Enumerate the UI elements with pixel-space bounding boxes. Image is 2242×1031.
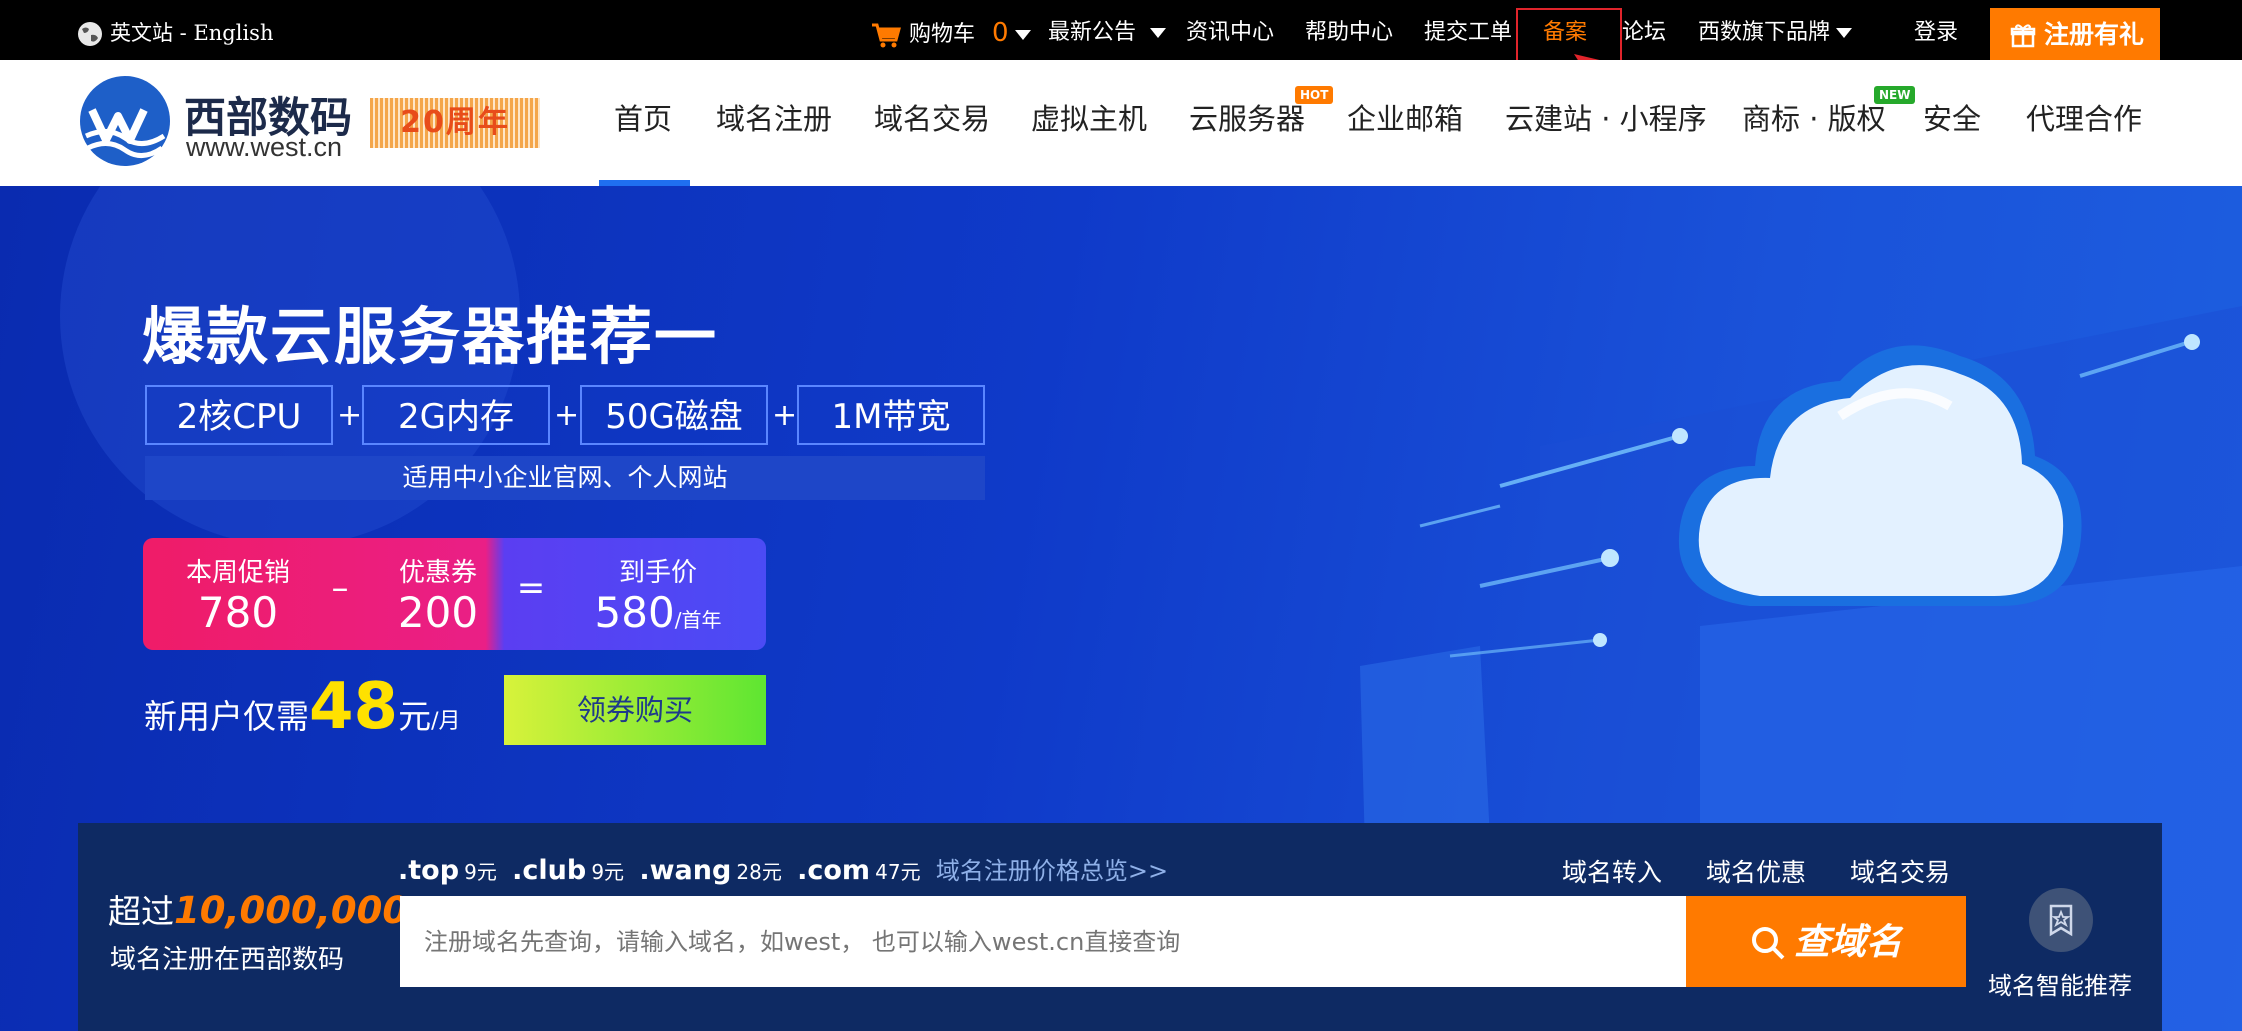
spec-disk: 50G磁盘 bbox=[580, 385, 768, 445]
equals-sign: = bbox=[516, 568, 546, 608]
final-value: 580 bbox=[594, 588, 675, 637]
search-domain-button[interactable]: 查域名 bbox=[1686, 896, 1966, 987]
nav-cloud-server[interactable]: 云服务器 bbox=[1189, 60, 1305, 186]
news-link[interactable]: 资讯中心 bbox=[1186, 0, 1274, 60]
tld-prices: .top 9元 .club 9元 .wang 28元 .com 47元 域名注册… bbox=[398, 851, 1168, 886]
new-badge: NEW bbox=[1874, 86, 1916, 104]
search-icon bbox=[1751, 926, 1785, 959]
final-label: 到手价 bbox=[618, 558, 697, 588]
domain-deals-link[interactable]: 域名优惠 bbox=[1706, 853, 1806, 889]
banner-title: 爆款云服务器推荐一 bbox=[142, 300, 719, 373]
logo[interactable] bbox=[78, 74, 178, 174]
new-user-unit: 元 bbox=[398, 697, 432, 736]
announcements-label: 最新公告 bbox=[1048, 20, 1137, 45]
smart-recommend-button[interactable] bbox=[2029, 888, 2093, 952]
star-badge-icon bbox=[2049, 904, 2073, 937]
globe-icon bbox=[78, 22, 102, 46]
price-equation: 本周促销 780 – 优惠券 200 = 到手价 580/首年 bbox=[143, 538, 766, 650]
plus-sign: + bbox=[554, 398, 580, 433]
tld-wang[interactable]: .wang 28元 bbox=[639, 855, 782, 886]
spec-cpu: 2核CPU bbox=[145, 385, 333, 445]
announcements-menu[interactable]: 最新公告 bbox=[1048, 0, 1167, 60]
final-price: 580/首年 bbox=[553, 588, 763, 637]
banner-subtitle: 适用中小企业官网、个人网站 bbox=[145, 456, 985, 500]
search-button-label: 查域名 bbox=[1793, 922, 1902, 963]
anniversary-badge: 20周年 bbox=[370, 98, 540, 148]
domain-search-panel: 超过10,000,000 域名注册在西部数码 .top 9元 .club 9元 … bbox=[78, 823, 2162, 1031]
ticket-link[interactable]: 提交工单 bbox=[1424, 0, 1512, 60]
nav-site-builder[interactable]: 云建站 · 小程序 bbox=[1505, 60, 1707, 186]
nav-virtual-host[interactable]: 虚拟主机 bbox=[1031, 60, 1147, 186]
cloud-icon bbox=[1678, 345, 2082, 606]
language-switch[interactable]: 英文站 - English bbox=[76, 0, 273, 60]
cart-icon bbox=[872, 23, 901, 48]
cart-count: 0 bbox=[992, 18, 1009, 48]
cart-label: 购物车 bbox=[909, 22, 976, 47]
help-link[interactable]: 帮助中心 bbox=[1305, 0, 1393, 60]
promo-label: 本周促销 bbox=[185, 558, 290, 588]
cart-link[interactable]: 购物车 0 bbox=[870, 0, 1031, 60]
count-prefix: 超过 bbox=[108, 892, 174, 931]
register-label: 注册有礼 bbox=[2044, 20, 2145, 49]
new-user-prefix: 新用户仅需 bbox=[144, 697, 309, 736]
price-overview-link[interactable]: 域名注册价格总览>> bbox=[936, 857, 1168, 885]
domain-search-input[interactable] bbox=[400, 896, 1686, 987]
plus-sign: + bbox=[772, 398, 798, 433]
nav-security[interactable]: 安全 bbox=[1923, 60, 1981, 186]
chevron-down-icon bbox=[1150, 28, 1167, 38]
registration-count: 超过10,000,000 bbox=[108, 885, 408, 933]
nav-enterprise-mail[interactable]: 企业邮箱 bbox=[1347, 60, 1463, 186]
new-user-price: 48 bbox=[309, 670, 399, 744]
domain-transfer-link[interactable]: 域名转入 bbox=[1562, 853, 1662, 889]
final-unit: /首年 bbox=[674, 608, 722, 632]
hot-badge: HOT bbox=[1295, 86, 1334, 104]
main-nav: 西部数码 www.west.cn 20周年 首页 域名注册 域名交易 虚拟主机 … bbox=[0, 60, 2242, 186]
smart-recommend-label[interactable]: 域名智能推荐 bbox=[1988, 966, 2132, 1001]
plus-sign: + bbox=[337, 398, 363, 433]
tld-club[interactable]: .club 9元 bbox=[512, 855, 624, 886]
logo-url: www.west.cn bbox=[186, 132, 343, 162]
nav-domain-trade[interactable]: 域名交易 bbox=[874, 60, 990, 186]
nav-trademark[interactable]: 商标 · 版权 bbox=[1742, 60, 1886, 186]
nav-agent[interactable]: 代理合作 bbox=[2026, 60, 2142, 186]
spec-memory: 2G内存 bbox=[362, 385, 550, 445]
tld-top[interactable]: .top 9元 bbox=[398, 855, 497, 886]
tld-com[interactable]: .com 47元 bbox=[797, 855, 921, 886]
new-user-period: /月 bbox=[431, 709, 461, 734]
register-gift-button[interactable]: 注册有礼 bbox=[1990, 8, 2160, 60]
domain-trade-link[interactable]: 域名交易 bbox=[1850, 853, 1950, 889]
nav-domain-register[interactable]: 域名注册 bbox=[716, 60, 832, 186]
chevron-down-icon bbox=[1836, 28, 1853, 38]
coupon-label: 优惠券 bbox=[398, 558, 477, 588]
nav-home[interactable]: 首页 bbox=[614, 60, 672, 186]
gift-icon bbox=[2010, 24, 2036, 48]
chevron-down-icon bbox=[1014, 30, 1031, 40]
count-caption: 域名注册在西部数码 bbox=[110, 945, 345, 975]
promo-value: 780 bbox=[197, 588, 279, 637]
claim-coupon-button[interactable]: 领券购买 bbox=[504, 675, 766, 745]
new-user-offer: 新用户仅需48元/月 bbox=[144, 670, 460, 744]
login-link[interactable]: 登录 bbox=[1914, 0, 1958, 60]
spec-bandwidth: 1M带宽 bbox=[797, 385, 985, 445]
top-bar: 英文站 - English 购物车 0 最新公告 资讯中心 帮助中心 提交工单 … bbox=[0, 0, 2242, 80]
west-logo-icon bbox=[80, 76, 170, 166]
count-value: 10,000,000 bbox=[174, 889, 409, 932]
coupon-value: 200 bbox=[397, 588, 479, 637]
language-label: 英文站 - English bbox=[110, 21, 274, 45]
